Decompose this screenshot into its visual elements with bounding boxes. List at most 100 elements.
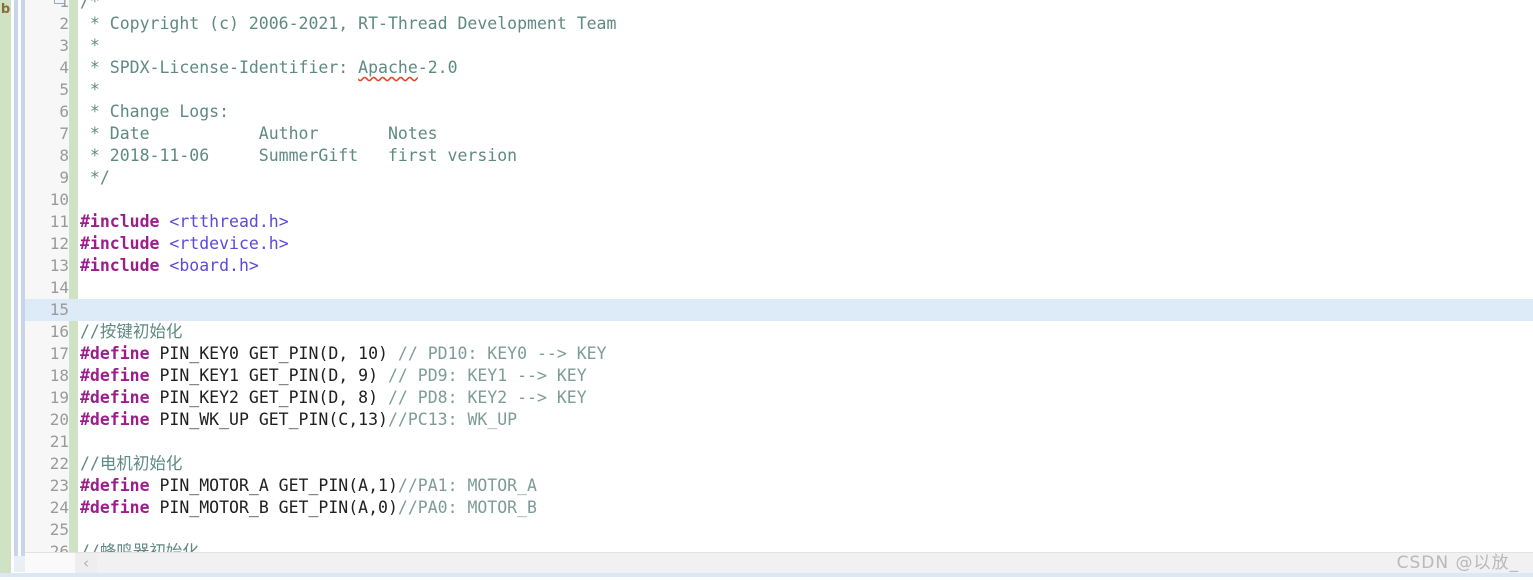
code-token: <board.h> — [169, 256, 259, 275]
code-line[interactable]: 22 //电机初始化 — [25, 453, 1533, 475]
line-number[interactable]: 4 — [25, 57, 69, 79]
code-line[interactable]: 20 #define PIN_WK_UP GET_PIN(C,13)//PC13:… — [25, 409, 1533, 431]
code-line-text[interactable]: //电机初始化 — [80, 453, 182, 475]
line-number[interactable]: 2 — [25, 13, 69, 35]
code-token: * Copyright (c) 2006-2021, RT-Thread Dev… — [80, 14, 617, 33]
code-token: * — [80, 80, 100, 99]
line-number[interactable]: 13 — [25, 255, 69, 277]
code-line[interactable]: 18 #define PIN_KEY1 GET_PIN(D, 9) // PD9:… — [25, 365, 1533, 387]
code-line-text[interactable]: //按键初始化 — [80, 321, 182, 343]
code-line[interactable]: 2 * Copyright (c) 2006-2021, RT-Thread D… — [25, 13, 1533, 35]
code-line[interactable]: 4 * SPDX-License-Identifier: Apache-2.0 — [25, 57, 1533, 79]
horizontal-scrollbar[interactable]: ‹ — [25, 552, 1533, 574]
line-number[interactable]: 9 — [25, 167, 69, 189]
tool-window-tab-b[interactable]: b — [0, 0, 11, 22]
line-number[interactable]: 20 — [25, 409, 69, 431]
code-token: #define — [80, 410, 150, 429]
scrollbar-track-left[interactable] — [25, 553, 75, 573]
code-line[interactable]: 7 * Date Author Notes — [25, 123, 1533, 145]
code-line[interactable]: 21 — [25, 431, 1533, 453]
line-number[interactable]: 18 — [25, 365, 69, 387]
code-token: #define — [80, 388, 150, 407]
code-line-text[interactable]: #define PIN_MOTOR_B GET_PIN(A,0)//PA0: M… — [80, 497, 537, 519]
code-editor[interactable]: 1/* 2 * Copyright (c) 2006-2021, RT-Threa… — [25, 0, 1533, 556]
code-line[interactable]: 9 */ — [25, 167, 1533, 189]
code-token: //PC13: WK_UP — [387, 410, 518, 429]
code-token: #include — [80, 256, 160, 275]
code-token: PIN_MOTOR_A GET_PIN(A,1) — [149, 476, 398, 495]
code-fold-icon[interactable] — [54, 0, 65, 4]
line-number[interactable]: 15 — [25, 299, 69, 321]
line-number[interactable]: 7 — [25, 123, 69, 145]
line-number[interactable]: 16 — [25, 321, 69, 343]
code-line-text[interactable]: * SPDX-License-Identifier: Apache-2.0 — [80, 57, 458, 79]
code-line[interactable]: 8 * 2018-11-06 SummerGift first version — [25, 145, 1533, 167]
code-line[interactable]: 24 #define PIN_MOTOR_B GET_PIN(A,0)//PA0:… — [25, 497, 1533, 519]
code-line[interactable]: 3 * — [25, 35, 1533, 57]
code-line-text[interactable]: /* — [80, 0, 100, 13]
code-token: * SPDX-License-Identifier: — [80, 58, 359, 77]
line-number[interactable]: 19 — [25, 387, 69, 409]
code-line-text[interactable]: * Date Author Notes — [80, 123, 438, 145]
code-line-text[interactable]: #include <board.h> — [80, 255, 259, 277]
line-number[interactable]: 24 — [25, 497, 69, 519]
line-number[interactable]: 5 — [25, 79, 69, 101]
panel-divider-footer — [14, 556, 25, 572]
code-line-text[interactable]: #include <rtdevice.h> — [80, 233, 289, 255]
code-token: //电机初始化 — [80, 454, 183, 473]
code-line[interactable]: 23 #define PIN_MOTOR_A GET_PIN(A,1)//PA1:… — [25, 475, 1533, 497]
code-line-text[interactable]: #include <rtthread.h> — [80, 211, 289, 233]
line-number[interactable]: 11 — [25, 211, 69, 233]
csdn-watermark: CSDN @以放_ — [1396, 553, 1519, 573]
code-line[interactable]: 5 * — [25, 79, 1533, 101]
code-line-text[interactable]: #define PIN_KEY2 GET_PIN(D, 8) // PD8: K… — [80, 387, 587, 409]
code-line-text[interactable]: * Change Logs: — [80, 101, 229, 123]
code-line[interactable]: 15 — [25, 299, 1533, 321]
code-line[interactable]: 6 * Change Logs: — [25, 101, 1533, 123]
line-number[interactable]: 6 — [25, 101, 69, 123]
code-line-text[interactable]: #define PIN_MOTOR_A GET_PIN(A,1)//PA1: M… — [80, 475, 537, 497]
code-line[interactable]: 10 — [25, 189, 1533, 211]
line-number[interactable]: 14 — [25, 277, 69, 299]
code-token: PIN_WK_UP GET_PIN(C,13) — [149, 410, 388, 429]
code-line-text[interactable]: #define PIN_KEY1 GET_PIN(D, 9) // PD9: K… — [80, 365, 587, 387]
panel-divider-left[interactable] — [14, 0, 18, 556]
scroll-left-arrow-icon[interactable]: ‹ — [75, 553, 97, 573]
code-token: */ — [80, 168, 110, 187]
code-line[interactable]: 13 #include <board.h> — [25, 255, 1533, 277]
line-number[interactable]: 3 — [25, 35, 69, 57]
line-number[interactable]: 25 — [25, 519, 69, 541]
line-number[interactable]: 23 — [25, 475, 69, 497]
code-token: PIN_KEY0 GET_PIN(D, 10) — [149, 344, 398, 363]
code-line[interactable]: 1/* — [25, 0, 1533, 13]
line-number[interactable]: 10 — [25, 189, 69, 211]
code-token: //PA1: MOTOR_A — [397, 476, 537, 495]
line-number[interactable]: 8 — [25, 145, 69, 167]
code-token: Apache — [358, 58, 418, 77]
code-token: PIN_MOTOR_B GET_PIN(A,0) — [149, 498, 398, 517]
code-token: /* — [80, 0, 100, 11]
code-line[interactable]: 12 #include <rtdevice.h> — [25, 233, 1533, 255]
code-line[interactable]: 19 #define PIN_KEY2 GET_PIN(D, 8) // PD8:… — [25, 387, 1533, 409]
line-number[interactable]: 17 — [25, 343, 69, 365]
code-token: #define — [80, 366, 150, 385]
code-line-text[interactable]: * — [80, 79, 100, 101]
code-line[interactable]: 11 #include <rtthread.h> — [25, 211, 1533, 233]
code-line-text[interactable]: #define PIN_KEY0 GET_PIN(D, 10) // PD10:… — [80, 343, 607, 365]
line-number[interactable]: 22 — [25, 453, 69, 475]
code-token: <rtthread.h> — [169, 212, 289, 231]
code-line-text[interactable]: */ — [80, 167, 110, 189]
code-token: #define — [80, 476, 150, 495]
line-number[interactable]: 21 — [25, 431, 69, 453]
code-line[interactable]: 25 — [25, 519, 1533, 541]
code-line-text[interactable]: * 2018-11-06 SummerGift first version — [80, 145, 517, 167]
line-number[interactable]: 12 — [25, 233, 69, 255]
code-line[interactable]: 14 — [25, 277, 1533, 299]
code-line-text[interactable]: * Copyright (c) 2006-2021, RT-Thread Dev… — [80, 13, 617, 35]
code-line-text[interactable]: * — [80, 35, 100, 57]
code-line[interactable]: 16 //按键初始化 — [25, 321, 1533, 343]
code-line-text[interactable]: #define PIN_WK_UP GET_PIN(C,13)//PC13: W… — [80, 409, 517, 431]
code-line[interactable]: 17 #define PIN_KEY0 GET_PIN(D, 10) // PD1… — [25, 343, 1533, 365]
